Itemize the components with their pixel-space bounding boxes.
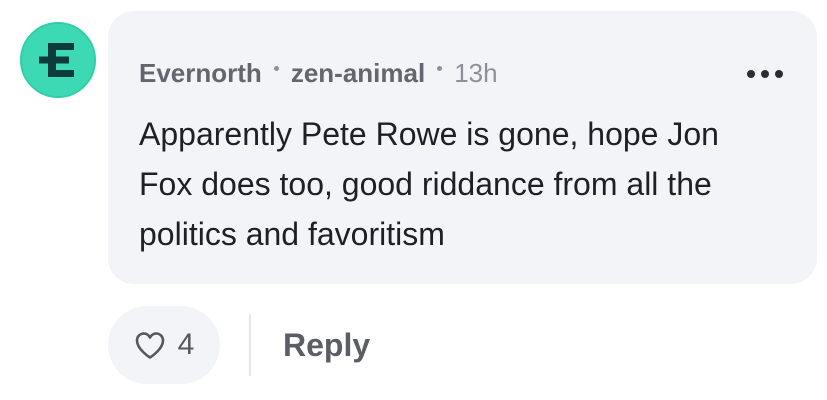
- timestamp: 13h: [454, 57, 498, 88]
- more-horizontal-icon: [747, 70, 755, 78]
- evernorth-logo-icon: [39, 43, 74, 77]
- username[interactable]: zen-animal: [291, 58, 425, 89]
- separator-dot: [437, 65, 443, 71]
- separator-dot: [273, 65, 279, 71]
- comment-body: Apparently Pete Rowe is gone, hope Jon F…: [139, 116, 719, 252]
- avatar[interactable]: [20, 22, 96, 98]
- more-options-button[interactable]: [747, 67, 783, 81]
- heart-icon: [135, 332, 164, 359]
- comment: Evernorth zen-animal 13h Apparently Pete…: [0, 0, 827, 400]
- comment-bubble: Evernorth zen-animal 13h Apparently Pete…: [108, 11, 817, 284]
- comment-actions: 4 Reply: [108, 306, 370, 384]
- like-count: 4: [177, 328, 195, 361]
- comment-meta: Evernorth zen-animal 13h: [139, 57, 498, 89]
- divider: [249, 314, 251, 376]
- author-name[interactable]: Evernorth: [139, 58, 262, 89]
- like-button[interactable]: 4: [108, 306, 220, 384]
- reply-button[interactable]: Reply: [283, 327, 370, 364]
